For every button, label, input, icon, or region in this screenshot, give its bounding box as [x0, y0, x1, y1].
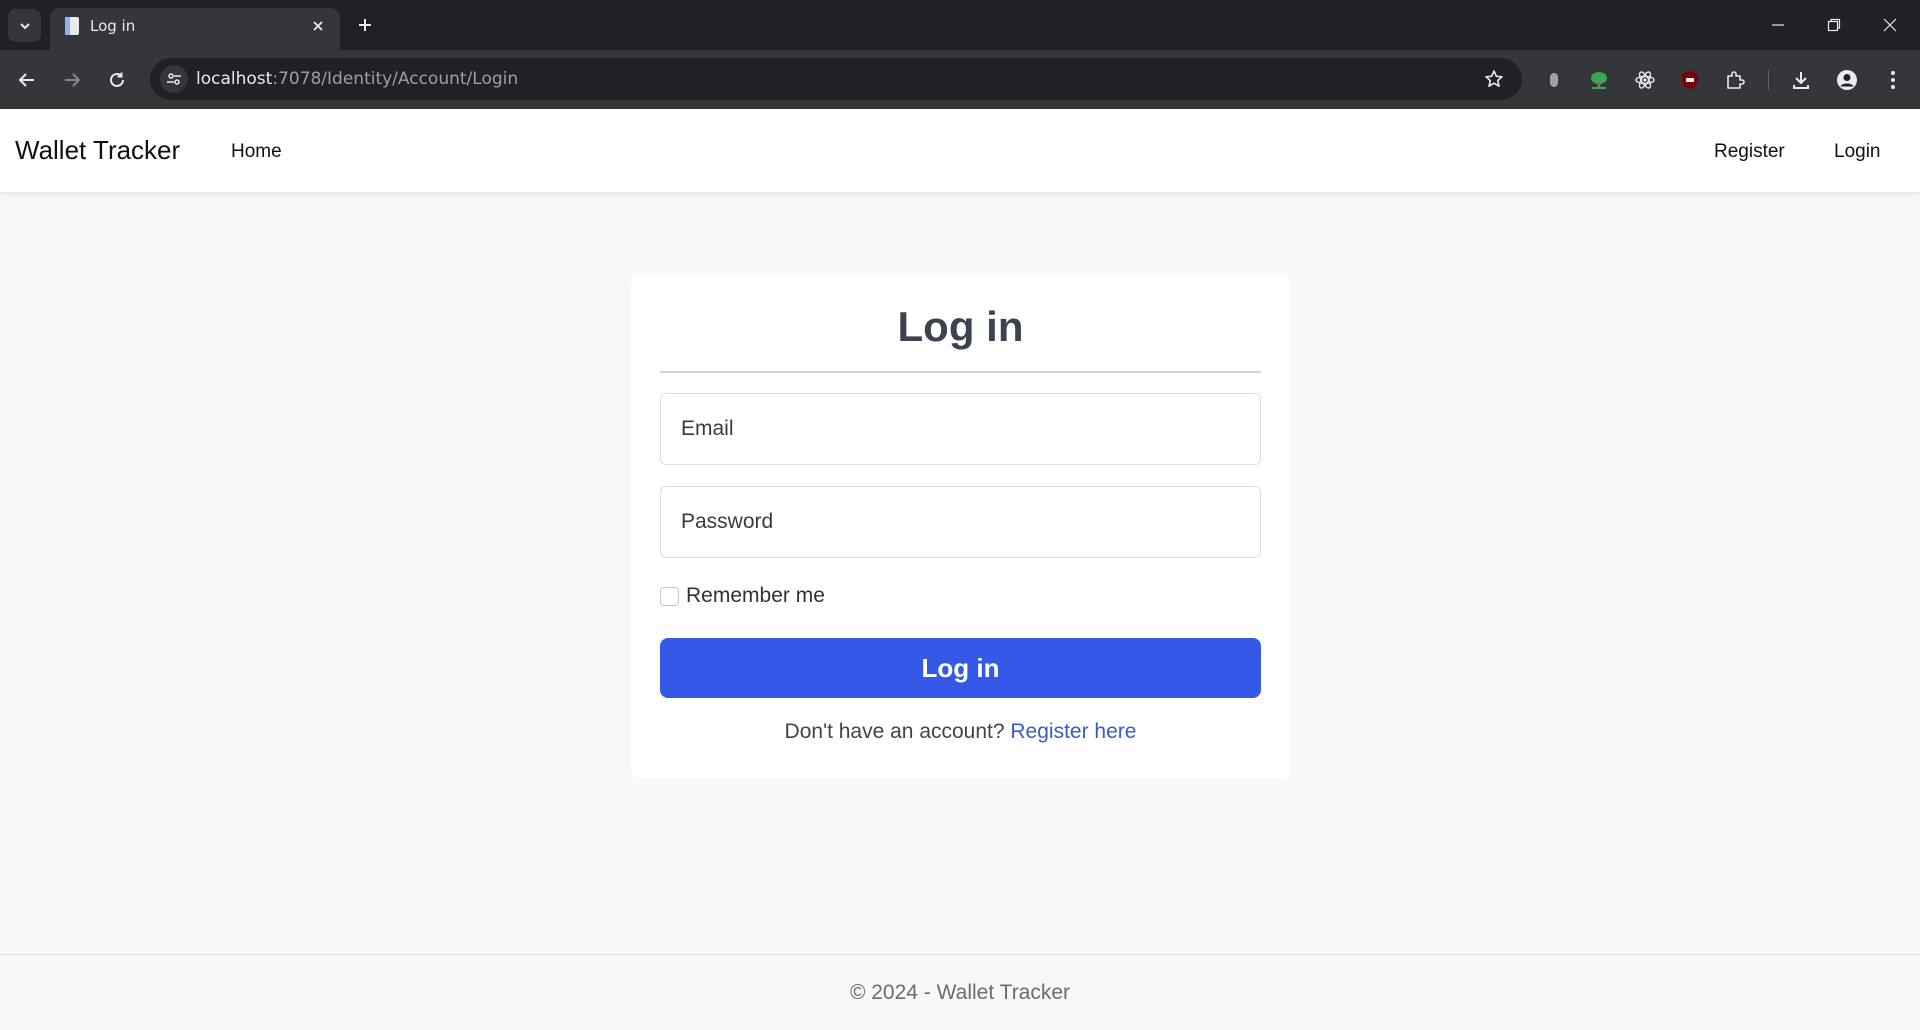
- site-info-button[interactable]: [160, 65, 188, 93]
- nav-link-home[interactable]: Home: [231, 141, 282, 163]
- browser-tab-bar: Log in: [0, 0, 1920, 50]
- tab-close-button[interactable]: [306, 14, 330, 38]
- remember-me-checkbox[interactable]: [660, 586, 679, 606]
- nav-link-login[interactable]: Login: [1834, 141, 1881, 163]
- shield-icon: [1682, 71, 1698, 89]
- email-field[interactable]: [660, 393, 1261, 465]
- signup-prompt: Don't have an account? Register here: [631, 720, 1290, 744]
- extension-react-button[interactable]: [1629, 64, 1661, 96]
- close-icon: [1883, 18, 1897, 32]
- restore-icon: [1827, 18, 1841, 32]
- tab-title: Log in: [90, 17, 136, 35]
- plus-icon: [359, 19, 371, 31]
- restore-button[interactable]: [1806, 0, 1862, 50]
- address-bar[interactable]: localhost:7078/Identity/Account/Login: [150, 58, 1522, 100]
- title-divider: [660, 371, 1261, 373]
- window-close-button[interactable]: [1862, 0, 1918, 50]
- close-icon: [313, 21, 323, 31]
- minimize-button[interactable]: [1750, 0, 1806, 50]
- profile-button[interactable]: [1831, 64, 1863, 96]
- login-title: Log in: [897, 303, 1024, 350]
- minimize-icon: [1772, 24, 1784, 26]
- register-here-link[interactable]: Register here: [1010, 720, 1136, 743]
- site-footer: © 2024 - Wallet Tracker: [0, 954, 1920, 1030]
- extension-ublock-button[interactable]: [1674, 64, 1706, 96]
- url-path: :7078/Identity/Account/Login: [272, 69, 519, 89]
- arrow-right-icon: [65, 73, 81, 87]
- login-card: Log in Remember me Log in Don't have an …: [631, 275, 1290, 778]
- browser-toolbar: localhost:7078/Identity/Account/Login: [0, 50, 1920, 109]
- more-vertical-icon: [1891, 71, 1895, 89]
- password-field[interactable]: [660, 486, 1261, 558]
- login-button[interactable]: Log in: [660, 638, 1261, 698]
- extensions-menu-button[interactable]: [1719, 64, 1751, 96]
- mouse-icon: [1550, 73, 1558, 87]
- download-icon: [1793, 72, 1809, 89]
- site-navbar: Wallet Tracker Home Register Login: [0, 109, 1920, 193]
- downloads-button[interactable]: [1785, 64, 1817, 96]
- chevron-down-icon: [19, 22, 30, 29]
- tree-icon: [1591, 72, 1607, 89]
- signup-prompt-text: Don't have an account?: [784, 720, 1011, 743]
- remember-me-row: Remember me: [660, 581, 825, 611]
- nav-link-register[interactable]: Register: [1714, 141, 1785, 163]
- tune-icon: [167, 73, 181, 85]
- browser-tab-active[interactable]: Log in: [50, 8, 340, 50]
- url-text: localhost:7078/Identity/Account/Login: [196, 69, 518, 89]
- tab-search-button[interactable]: [8, 9, 41, 42]
- atom-icon: [1635, 71, 1655, 89]
- extension-tree-button[interactable]: [1583, 64, 1615, 96]
- bookmark-button[interactable]: [1482, 67, 1506, 91]
- new-tab-button[interactable]: [352, 12, 378, 38]
- toolbar-divider: [1768, 70, 1769, 90]
- brand-link[interactable]: Wallet Tracker: [15, 135, 180, 166]
- url-host: localhost: [196, 69, 273, 89]
- browser-menu-button[interactable]: [1877, 64, 1909, 96]
- forward-button[interactable]: [56, 64, 88, 96]
- extension-mouse-button[interactable]: [1538, 64, 1570, 96]
- arrow-left-icon: [18, 73, 34, 87]
- reload-button[interactable]: [101, 64, 133, 96]
- page-favicon-icon: [65, 17, 79, 35]
- avatar-icon: [1837, 70, 1857, 90]
- reload-icon: [110, 72, 124, 87]
- star-icon: [1485, 70, 1503, 87]
- remember-me-label[interactable]: Remember me: [686, 584, 825, 608]
- footer-copyright: © 2024 - Wallet Tracker: [849, 981, 1071, 1004]
- back-button[interactable]: [11, 64, 43, 96]
- puzzle-icon: [1727, 71, 1745, 89]
